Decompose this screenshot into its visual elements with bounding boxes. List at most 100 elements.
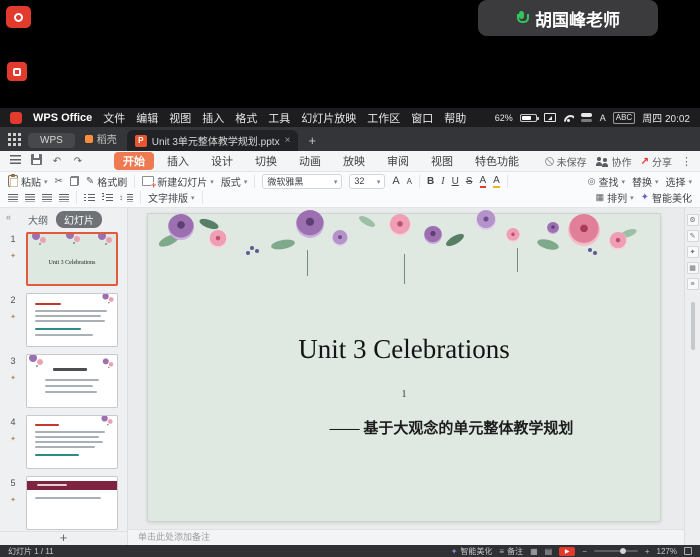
zoom-level[interactable]: 127% [657,547,677,556]
add-slide-button[interactable]: + [0,531,127,545]
arrange-button[interactable]: 排列 [596,190,634,205]
undo-icon[interactable]: ↶ [50,156,64,167]
bullet-list-button[interactable] [84,194,95,202]
format-painter-button[interactable]: 格式刷 [86,174,127,189]
copy-button[interactable] [70,176,79,186]
line-spacing-button[interactable] [120,194,133,202]
zoom-out-icon[interactable] [582,547,587,556]
tab-review[interactable]: 审阅 [378,152,418,170]
menu-edit[interactable]: 编辑 [136,110,158,126]
font-color-button[interactable]: A [480,175,487,188]
menu-file[interactable]: 文件 [103,110,125,126]
thumbnail-preview[interactable] [26,293,118,347]
decrease-font-button[interactable]: A [407,177,412,186]
current-slide[interactable]: Unit 3 Celebrations 1 —— 基于大观念的单元整体教学规划 [148,214,660,521]
collaborate-button[interactable]: 协作 [596,154,632,169]
main-menu-icon[interactable] [8,155,22,167]
settings-panel-icon[interactable] [687,214,699,226]
text-tools-button[interactable]: 文字排版 [148,190,195,205]
thumbnail-preview[interactable] [26,415,118,469]
menu-slideshow[interactable]: 幻灯片放映 [301,110,356,126]
tab-design[interactable]: 设计 [202,152,242,170]
slide-thumbnail-2[interactable]: 2 [0,293,127,347]
new-slide-button[interactable]: 新建幻灯片 [142,174,214,189]
fit-screen-icon[interactable] [684,547,692,555]
font-size-select[interactable]: 32 [349,174,385,189]
slide-thumbnail-3[interactable]: 3 [0,354,127,408]
align-center-button[interactable] [25,194,35,202]
screen-capture-badge[interactable] [7,62,27,81]
underline-button[interactable]: U [452,176,459,187]
docer-tab[interactable]: 稻壳 [81,131,121,146]
tab-insert[interactable]: 插入 [158,152,198,170]
zoom-in-icon[interactable] [645,547,650,556]
numbered-list-button[interactable] [102,194,113,202]
input-source-a[interactable]: A [600,113,606,123]
select-button[interactable]: 选择 [665,174,692,189]
app-name[interactable]: WPS Office [33,112,92,124]
thumbnail-preview[interactable] [26,354,118,408]
layout-button[interactable]: 版式 [221,174,248,189]
normal-view-icon[interactable] [530,547,538,556]
slide-subtitle-text[interactable]: —— 基于大观念的单元整体教学规划 [148,417,660,438]
sorter-view-icon[interactable] [545,547,553,556]
font-name-select[interactable]: 微软雅黑 [262,174,342,189]
tab-slideshow[interactable]: 放映 [334,152,374,170]
edit-panel-icon[interactable] [687,230,699,242]
notes-placeholder[interactable]: 单击此处添加备注 [128,529,684,545]
thumbnail-preview[interactable] [26,476,118,530]
input-source-abc[interactable]: ABC [613,112,635,124]
outline-panel-icon[interactable] [687,278,699,290]
tab-transition[interactable]: 切换 [246,152,286,170]
screen-mirroring-icon[interactable] [544,113,556,122]
wps-home-button[interactable]: WPS [28,133,75,148]
menu-insert[interactable]: 插入 [202,110,224,126]
share-button[interactable]: 分享 [641,154,672,169]
tab-home[interactable]: 开始 [114,152,154,170]
bold-button[interactable]: B [427,176,434,187]
zoom-slider-thumb[interactable] [620,548,626,554]
align-left-button[interactable] [8,194,18,202]
menu-help[interactable]: 帮助 [444,110,466,126]
align-justify-button[interactable] [59,194,69,202]
menu-window[interactable]: 窗口 [411,110,433,126]
screen-record-badge[interactable] [6,6,31,28]
menu-format[interactable]: 格式 [235,110,257,126]
objects-panel-icon[interactable] [687,262,699,274]
zoom-slider[interactable] [594,550,638,552]
slides-tab[interactable]: 幻灯片 [56,211,102,228]
find-button[interactable]: 查找 [588,174,625,189]
beautify-panel-icon[interactable] [687,246,699,258]
outline-tab[interactable]: 大纲 [28,212,48,227]
menu-bar-clock[interactable]: 周四 20:02 [642,110,690,125]
thumbnail-preview[interactable]: Unit 3 Celebrations [26,232,118,286]
new-tab-button[interactable]: + [304,133,320,148]
save-icon[interactable] [29,154,43,168]
wps-logo-icon[interactable] [10,112,22,124]
slide-thumbnail-5[interactable]: 5 [0,476,127,530]
beautify-status-button[interactable]: 智能美化 [451,546,493,557]
notes-toggle-button[interactable]: 备注 [499,546,523,557]
increase-font-button[interactable]: A [392,175,399,187]
slide-thumbnail-1[interactable]: 1 Unit 3 Celebrations [0,232,127,286]
tab-view[interactable]: 视图 [422,152,462,170]
align-right-button[interactable] [42,194,52,202]
menu-workspace[interactable]: 工作区 [367,110,400,126]
document-tab[interactable]: P Unit 3单元整体教学规划.pptx × [127,130,299,151]
close-tab-icon[interactable]: × [285,135,291,146]
app-grid-icon[interactable] [6,131,22,147]
smart-beautify-button[interactable]: 智能美化 [641,190,692,205]
menu-view[interactable]: 视图 [169,110,191,126]
highlight-color-button[interactable]: A [493,175,500,188]
wifi-icon[interactable] [563,114,574,122]
menu-tools[interactable]: 工具 [268,110,290,126]
slide-title-text[interactable]: Unit 3 Celebrations [148,334,660,365]
slide-thumbnail-4[interactable]: 4 [0,415,127,469]
replace-button[interactable]: 替换 [632,174,659,189]
tab-special-features[interactable]: 特色功能 [466,152,528,170]
play-slideshow-button[interactable] [559,547,575,556]
tab-animation[interactable]: 动画 [290,152,330,170]
more-options-icon[interactable]: ⋮ [681,155,692,168]
paste-button[interactable]: 粘贴 [8,174,48,189]
control-center-icon[interactable] [581,113,593,122]
